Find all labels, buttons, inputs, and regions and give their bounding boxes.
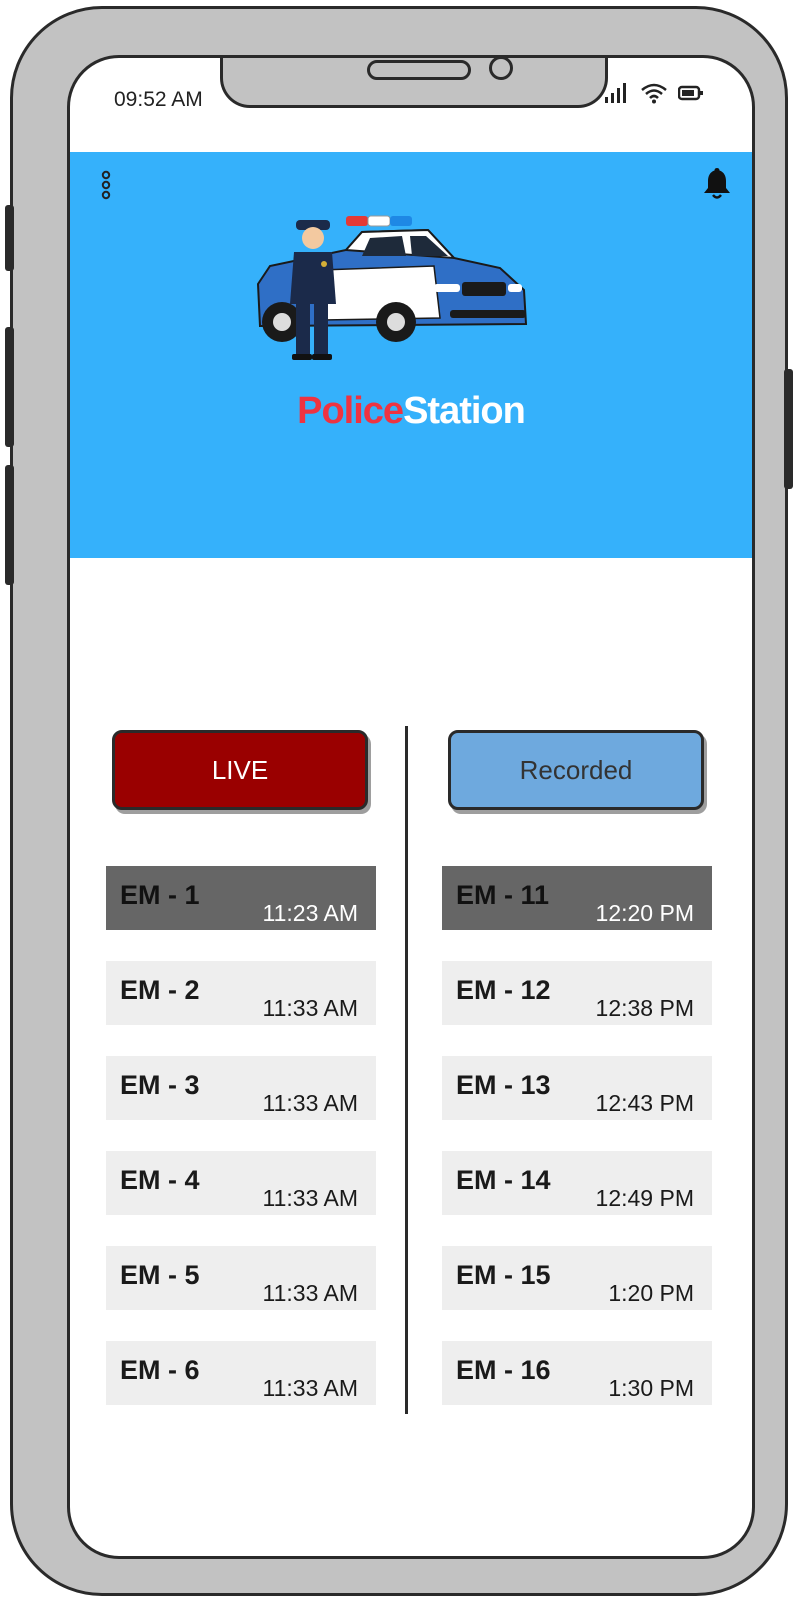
side-button [784,369,793,489]
item-time: 12:38 PM [595,995,694,1021]
battery-icon [678,85,703,101]
list-item[interactable]: EM - 11 12:20 PM [442,866,712,930]
item-name: EM - 5 [120,1260,200,1290]
bell-icon[interactable] [702,166,732,200]
list-item[interactable]: EM - 1 11:23 AM [106,866,376,930]
item-name: EM - 11 [456,880,550,910]
item-name: EM - 14 [456,1165,551,1195]
item-time: 11:33 AM [262,1375,358,1401]
item-time: 11:23 AM [262,900,358,926]
item-name: EM - 12 [456,975,551,1005]
list-item[interactable]: EM - 13 12:43 PM [442,1056,712,1120]
status-time: 09:52 AM [114,88,203,111]
item-time: 12:43 PM [595,1090,694,1116]
recorded-list: EM - 11 12:20 PM EM - 12 12:38 PM EM - 1… [442,866,712,1436]
list-item[interactable]: EM - 2 11:33 AM [106,961,376,1025]
wifi-icon [641,83,667,104]
front-camera [489,58,513,80]
phone-frame: 09:52 AM PoliceStation LIVE Recorded EM … [5,6,793,1596]
signal-icon [605,83,626,103]
item-name: EM - 1 [120,880,200,910]
item-time: 1:30 PM [608,1375,694,1401]
item-name: EM - 15 [456,1260,551,1290]
item-name: EM - 3 [120,1070,200,1100]
police-car-illustration [256,215,528,360]
item-time: 11:33 AM [262,1280,358,1306]
item-time: 1:20 PM [608,1280,694,1306]
item-time: 11:33 AM [262,1090,358,1116]
item-name: EM - 4 [120,1165,200,1195]
list-item[interactable]: EM - 5 11:33 AM [106,1246,376,1310]
list-item[interactable]: EM - 14 12:49 PM [442,1151,712,1215]
notch [220,58,608,108]
item-time: 12:20 PM [595,900,694,926]
list-item[interactable]: EM - 12 12:38 PM [442,961,712,1025]
recorded-button[interactable]: Recorded [448,730,704,810]
app-header: PoliceStation [70,152,752,558]
item-time: 11:33 AM [262,1185,358,1211]
logo-part-police: Police [297,390,404,432]
list-item[interactable]: EM - 4 11:33 AM [106,1151,376,1215]
more-vertical-icon[interactable] [100,170,112,200]
item-time: 12:49 PM [595,1185,694,1211]
side-button [5,327,14,447]
list-item[interactable]: EM - 3 11:33 AM [106,1056,376,1120]
item-name: EM - 6 [120,1355,200,1385]
live-list: EM - 1 11:23 AM EM - 2 11:33 AM EM - 3 1… [106,866,376,1436]
item-time: 11:33 AM [262,995,358,1021]
app-logo: PoliceStation [70,390,752,433]
live-button[interactable]: LIVE [112,730,368,810]
list-item[interactable]: EM - 6 11:33 AM [106,1341,376,1405]
item-name: EM - 13 [456,1070,551,1100]
item-name: EM - 16 [456,1355,551,1385]
list-item[interactable]: EM - 15 1:20 PM [442,1246,712,1310]
item-name: EM - 2 [120,975,200,1005]
column-divider [405,726,408,1414]
list-item[interactable]: EM - 16 1:30 PM [442,1341,712,1405]
side-button [5,205,14,271]
screen: 09:52 AM PoliceStation LIVE Recorded EM … [67,55,755,1559]
status-icons [604,82,704,104]
logo-part-station: Station [403,390,526,432]
side-button [5,465,14,585]
speaker [367,60,471,80]
